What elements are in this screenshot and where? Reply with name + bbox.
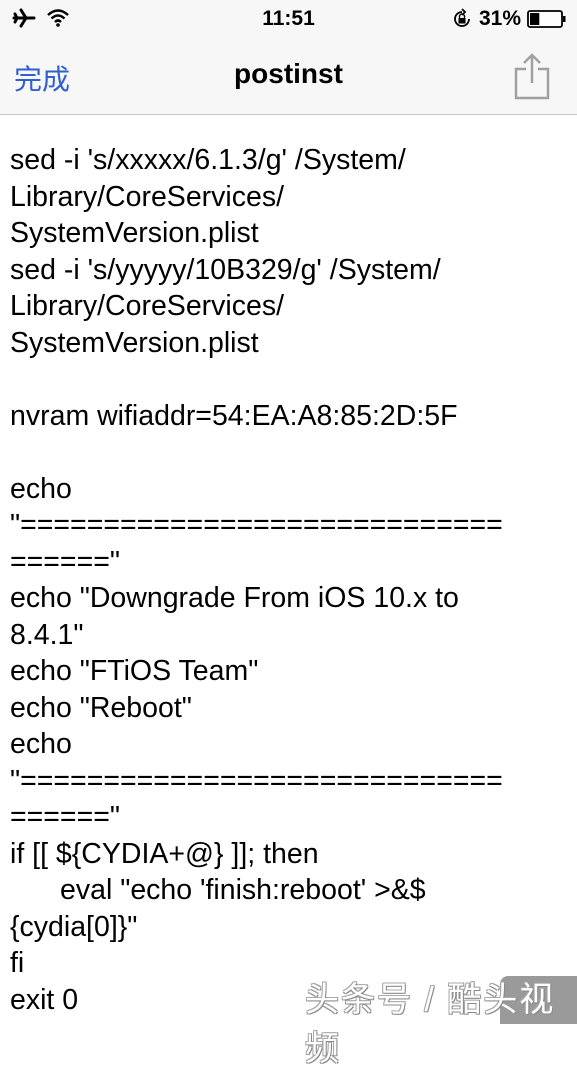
file-content[interactable]: sed -i 's/xxxxx/6.1.3/g' /System/Library…: [10, 142, 570, 1018]
code-line: SystemVersion.plist: [10, 326, 259, 359]
code-line: echo: [10, 728, 72, 760]
code-line: eval "echo 'finish:reboot' >&$: [60, 874, 426, 906]
code-line: Library/CoreServices/: [10, 290, 285, 322]
code-line: echo "Reboot": [10, 691, 192, 724]
code-line: "=============================: [10, 509, 503, 541]
share-button[interactable]: [513, 52, 551, 100]
code-line: ======": [10, 545, 120, 578]
code-line: {cydia[0]}": [10, 910, 138, 943]
code-line: echo: [10, 472, 72, 505]
battery-level-fill: [530, 13, 540, 25]
code-line: echo "FTiOS Team": [10, 655, 259, 687]
code-line: nvram wifiaddr=54:EA:A8:85:2D:5F: [10, 399, 458, 432]
rotation-lock-icon: [454, 8, 470, 27]
status-bar: 11:51 31%: [0, 0, 577, 38]
code-line: 8.4.1": [10, 618, 84, 651]
code-line: if [[ ${CYDIA+@} ]]; then: [10, 837, 319, 870]
page-title: postinst: [234, 58, 343, 89]
status-right: 31%: [451, 7, 567, 31]
watermark: 头条号 / 酷头视频: [305, 981, 556, 1068]
share-icon: [514, 53, 550, 100]
code-line: sed -i 's/xxxxx/6.1.3/g' /System/: [10, 144, 406, 176]
battery-percent: 31%: [478, 7, 521, 30]
code-line: sed -i 's/yyyyy/10B329/g' /System/: [10, 253, 441, 286]
code-line: Library/CoreServices/: [10, 180, 285, 213]
battery-icon: [527, 10, 566, 28]
code-line: SystemVersion.plist: [10, 217, 259, 249]
code-line: ======": [10, 801, 120, 833]
code-line: "=============================: [10, 764, 503, 797]
navigation-bar: 完成 postinst: [0, 38, 577, 115]
code-line: echo "Downgrade From iOS 10.x to: [10, 582, 459, 614]
